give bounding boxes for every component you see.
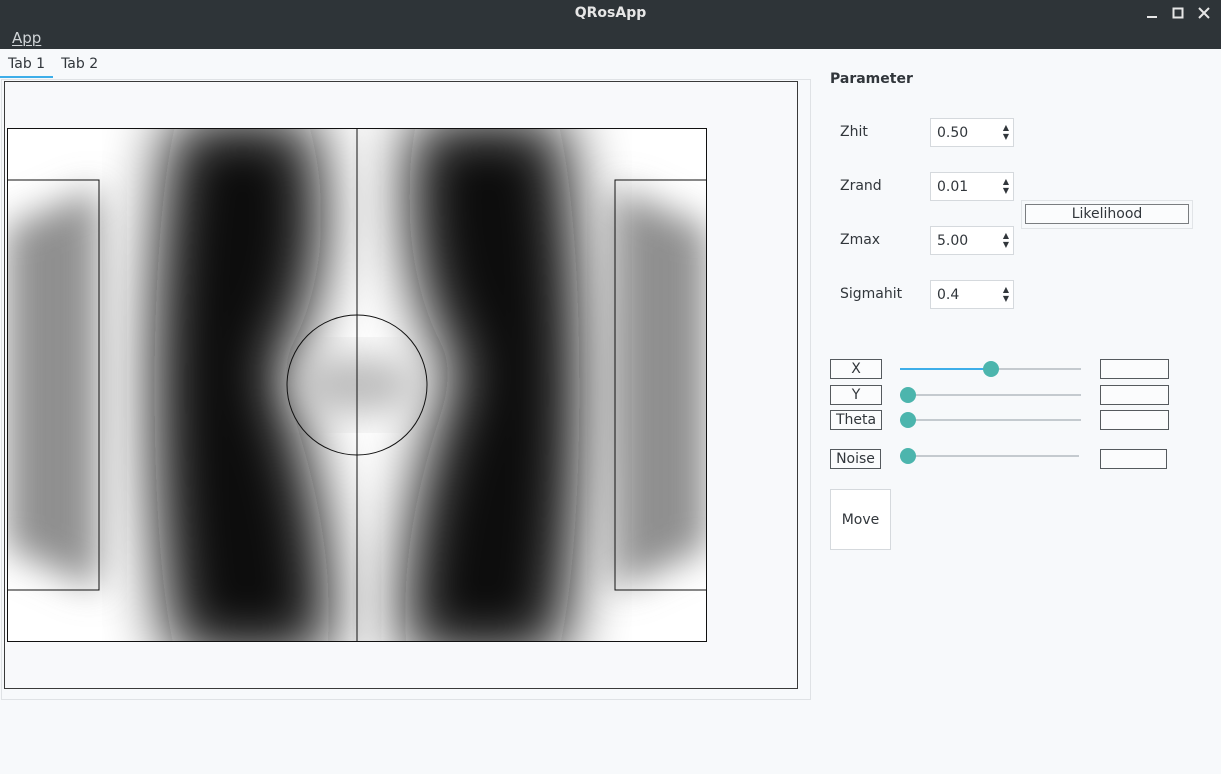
y-value[interactable]: [1100, 385, 1169, 405]
maximize-icon[interactable]: [1169, 4, 1187, 22]
tab-1[interactable]: Tab 1: [0, 52, 54, 78]
x-slider[interactable]: [900, 361, 1081, 377]
minimize-icon[interactable]: [1143, 4, 1161, 22]
y-button[interactable]: Y: [830, 385, 882, 405]
likelihood-field: [7, 128, 707, 642]
zhit-spinbox[interactable]: ▲ ▼: [930, 118, 1014, 147]
parameter-title: Parameter: [830, 71, 913, 87]
close-icon[interactable]: [1195, 4, 1213, 22]
y-slider[interactable]: [900, 387, 1081, 403]
spin-down-icon[interactable]: ▼: [1003, 241, 1009, 249]
sigmahit-spinbox[interactable]: ▲ ▼: [930, 280, 1014, 309]
zhit-input[interactable]: [931, 119, 995, 146]
x-slider-fill: [900, 368, 991, 370]
theta-button[interactable]: Theta: [830, 410, 882, 430]
tab-bar: Tab 1 Tab 2: [0, 52, 106, 78]
spin-down-icon[interactable]: ▼: [1003, 187, 1009, 195]
y-slider-handle[interactable]: [900, 387, 916, 403]
spin-up-icon[interactable]: ▲: [1003, 178, 1009, 186]
zrand-input[interactable]: [931, 173, 995, 200]
window-controls: [1143, 0, 1213, 26]
tab-2[interactable]: Tab 2: [53, 52, 106, 78]
sigmahit-label: Sigmahit: [840, 286, 903, 302]
window-title: QRosApp: [574, 5, 647, 21]
title-bar: QRosApp: [0, 0, 1221, 26]
zrand-spinbox[interactable]: ▲ ▼: [930, 172, 1014, 201]
spin-up-icon[interactable]: ▲: [1003, 124, 1009, 132]
menu-bar: App: [0, 26, 1221, 49]
noise-slider-handle[interactable]: [900, 448, 916, 464]
zmax-label: Zmax: [840, 232, 881, 248]
x-slider-handle[interactable]: [982, 361, 999, 377]
likelihood-frame: Likelihood: [1021, 200, 1193, 229]
spin-up-icon[interactable]: ▲: [1003, 286, 1009, 294]
theta-slider[interactable]: [900, 412, 1081, 428]
tab-pane: [1, 79, 811, 700]
spin-up-icon[interactable]: ▲: [1003, 232, 1009, 240]
noise-slider[interactable]: [900, 448, 1079, 464]
likelihood-map: [7, 128, 707, 642]
move-button[interactable]: Move: [830, 489, 891, 550]
menu-app[interactable]: App: [12, 29, 41, 47]
x-button[interactable]: X: [830, 359, 882, 379]
zrand-label: Zrand: [840, 178, 882, 194]
noise-button[interactable]: Noise: [830, 449, 881, 469]
noise-value[interactable]: [1100, 449, 1167, 469]
likelihood-button[interactable]: Likelihood: [1025, 204, 1189, 224]
zmax-input[interactable]: [931, 227, 995, 254]
zmax-spinbox[interactable]: ▲ ▼: [930, 226, 1014, 255]
field-view[interactable]: [4, 81, 798, 689]
theta-value[interactable]: [1100, 410, 1169, 430]
spin-down-icon[interactable]: ▼: [1003, 133, 1009, 141]
theta-slider-handle[interactable]: [900, 412, 916, 428]
spin-down-icon[interactable]: ▼: [1003, 295, 1009, 303]
sigmahit-input[interactable]: [931, 281, 995, 308]
zhit-label: Zhit: [840, 124, 868, 140]
x-value[interactable]: [1100, 359, 1169, 379]
